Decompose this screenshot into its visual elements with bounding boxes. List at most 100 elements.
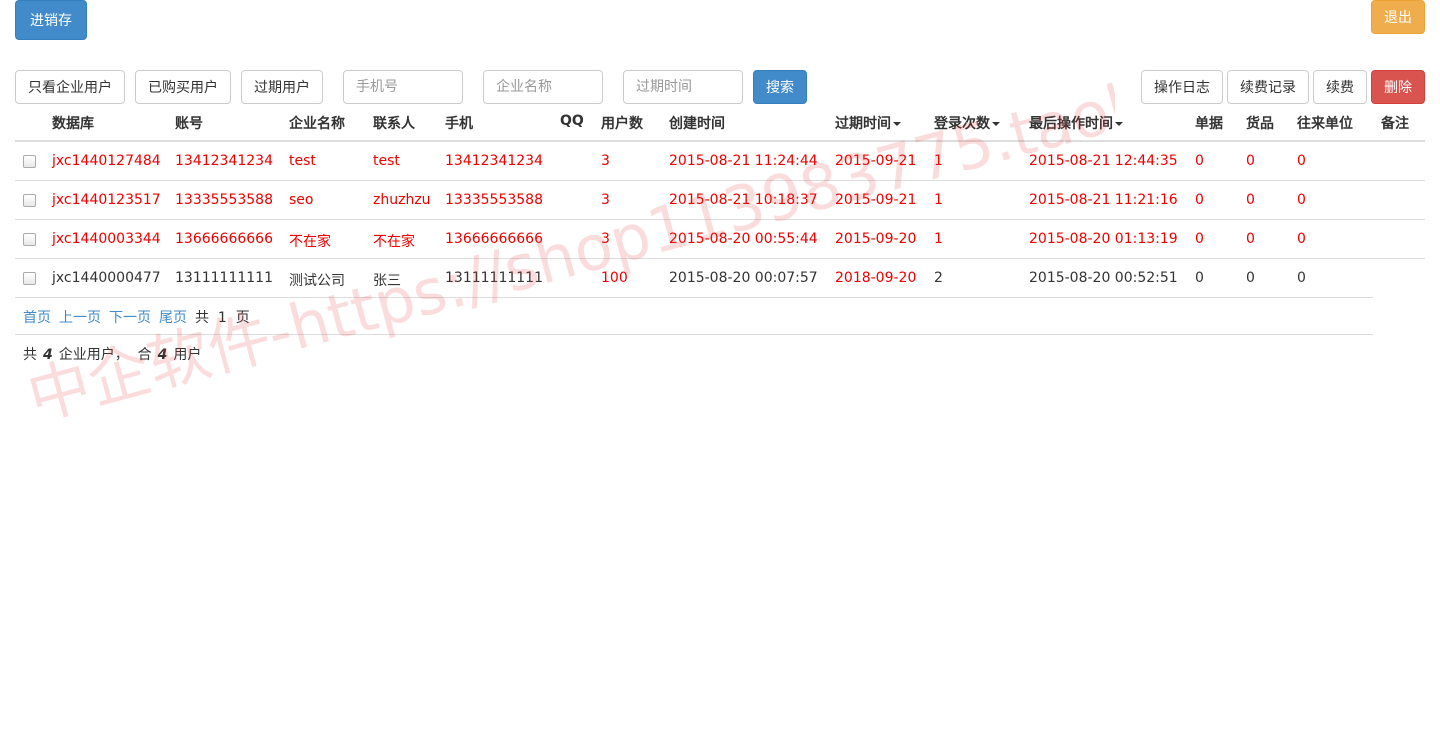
- cell-partners: 0: [1297, 153, 1306, 169]
- cell-logins: 1: [934, 192, 943, 208]
- pagination: 首页 上一页 下一页 尾页共 1 页: [23, 307, 250, 327]
- company-input[interactable]: [483, 70, 603, 104]
- cell-db: jxc1440127484: [52, 153, 161, 169]
- cell-db: jxc1440003344: [52, 231, 161, 247]
- prev-page-link[interactable]: 上一页: [59, 310, 101, 326]
- cell-logins: 1: [934, 153, 943, 169]
- col-account[interactable]: 账号: [175, 113, 203, 133]
- row-checkbox[interactable]: [23, 194, 36, 207]
- cell-docs: 0: [1195, 192, 1204, 208]
- col-logins[interactable]: 登录次数: [934, 113, 1000, 133]
- cell-contact: zhuzhzu: [373, 192, 431, 208]
- cell-phone: 13666666666: [445, 231, 543, 247]
- table-row[interactable]: jxc1440127484 13412341234 test test 13412341…: [15, 142, 1425, 181]
- cell-partners: 0: [1297, 270, 1306, 286]
- user-count: 4: [157, 347, 168, 363]
- table-row[interactable]: jxc1440123517 13335553588 seo zhuzhzu 133355…: [15, 181, 1425, 220]
- cell-contact: 张三: [373, 273, 401, 289]
- app-button[interactable]: 进销存: [15, 0, 87, 40]
- cell-company: 不在家: [289, 234, 331, 250]
- next-page-link[interactable]: 下一页: [109, 310, 151, 326]
- col-database[interactable]: 数据库: [52, 113, 94, 133]
- cell-account: 13111111111: [175, 270, 273, 286]
- col-docs[interactable]: 单据: [1195, 113, 1223, 133]
- cell-users: 3: [601, 153, 610, 169]
- cell-goods: 0: [1246, 231, 1255, 247]
- cell-contact: 不在家: [373, 234, 415, 250]
- cell-users: 3: [601, 231, 610, 247]
- cell-last-op: 2015-08-21 11:21:16: [1029, 192, 1178, 208]
- row-checkbox[interactable]: [23, 155, 36, 168]
- col-goods[interactable]: 货品: [1246, 113, 1274, 133]
- cell-phone: 13111111111: [445, 270, 543, 286]
- cell-phone: 13335553588: [445, 192, 543, 208]
- cell-logins: 1: [934, 231, 943, 247]
- table-row[interactable]: jxc1440000477 13111111111 测试公司 张三 1311111111…: [15, 259, 1425, 298]
- phone-input[interactable]: [343, 70, 463, 104]
- cell-last-op: 2015-08-20 01:13:19: [1029, 231, 1178, 247]
- cell-partners: 0: [1297, 231, 1306, 247]
- cell-users: 3: [601, 192, 610, 208]
- col-users[interactable]: 用户数: [601, 113, 643, 133]
- cell-company: test: [289, 153, 316, 169]
- col-note[interactable]: 备注: [1381, 113, 1409, 133]
- cell-company: 测试公司: [289, 273, 345, 289]
- watermark: 中企软件-https://shop113983775.taobao.com: [20, 6, 1115, 434]
- enterprise-label: 企业用户，: [58, 347, 129, 363]
- cell-db: jxc1440000477: [52, 270, 161, 286]
- row-checkbox[interactable]: [23, 233, 36, 246]
- filter-expired-button[interactable]: 过期用户: [241, 70, 323, 104]
- col-contact[interactable]: 联系人: [373, 113, 415, 133]
- cell-goods: 0: [1246, 192, 1255, 208]
- cell-goods: 0: [1246, 270, 1255, 286]
- col-partners[interactable]: 往来单位: [1297, 113, 1353, 133]
- col-expire[interactable]: 过期时间: [835, 113, 901, 133]
- col-phone[interactable]: 手机: [445, 113, 473, 133]
- sort-caret-icon: [1115, 122, 1123, 126]
- last-page-link[interactable]: 尾页: [159, 310, 187, 326]
- cell-created: 2015-08-20 00:07:57: [669, 270, 818, 286]
- col-last-op-label: 最后操作时间: [1029, 116, 1113, 132]
- cell-users: 100: [601, 270, 628, 286]
- expire-time-input[interactable]: [623, 70, 743, 104]
- col-last-op[interactable]: 最后操作时间: [1029, 113, 1123, 133]
- filter-enterprise-button[interactable]: 只看企业用户: [15, 70, 125, 104]
- renew-record-button[interactable]: 续费记录: [1227, 70, 1309, 104]
- search-button[interactable]: 搜索: [753, 70, 807, 104]
- pager-total-pages: 1: [217, 310, 227, 326]
- cell-company: seo: [289, 192, 314, 208]
- col-expire-label: 过期时间: [835, 116, 891, 132]
- sort-caret-icon: [992, 122, 1000, 126]
- table-row[interactable]: jxc1440003344 13666666666 不在家 不在家 1366666666…: [15, 220, 1425, 259]
- cell-expire: 2015-09-21: [835, 192, 917, 208]
- first-page-link[interactable]: 首页: [23, 310, 51, 326]
- cell-last-op: 2015-08-21 12:44:35: [1029, 153, 1178, 169]
- cell-phone: 13412341234: [445, 153, 543, 169]
- col-qq[interactable]: QQ: [560, 113, 584, 129]
- logout-button[interactable]: 退出: [1371, 0, 1425, 34]
- cell-docs: 0: [1195, 153, 1204, 169]
- col-company[interactable]: 企业名称: [289, 113, 345, 133]
- cell-expire: 2015-09-20: [835, 231, 917, 247]
- row-checkbox[interactable]: [23, 272, 36, 285]
- table-bottom-divider: [15, 297, 1373, 298]
- summary: 共 4 企业用户， 合 4 用户: [23, 344, 201, 364]
- sort-caret-icon: [893, 122, 901, 126]
- user-label: 用户: [173, 347, 202, 363]
- enterprise-count: 4: [43, 347, 53, 363]
- cell-created: 2015-08-20 00:55:44: [669, 231, 818, 247]
- cell-account: 13335553588: [175, 192, 273, 208]
- pager-total-suffix: 页: [235, 310, 250, 326]
- cell-db: jxc1440123517: [52, 192, 161, 208]
- cell-docs: 0: [1195, 231, 1204, 247]
- col-created[interactable]: 创建时间: [669, 113, 725, 133]
- cell-contact: test: [373, 153, 400, 169]
- cell-logins: 2: [934, 270, 943, 286]
- filter-purchased-button[interactable]: 已购买用户: [135, 70, 231, 104]
- cell-created: 2015-08-21 11:24:44: [669, 153, 818, 169]
- operation-log-button[interactable]: 操作日志: [1141, 70, 1223, 104]
- renew-button[interactable]: 续费: [1313, 70, 1367, 104]
- summary-mid: 合: [137, 347, 152, 363]
- delete-button[interactable]: 删除: [1371, 70, 1425, 104]
- col-logins-label: 登录次数: [934, 116, 990, 132]
